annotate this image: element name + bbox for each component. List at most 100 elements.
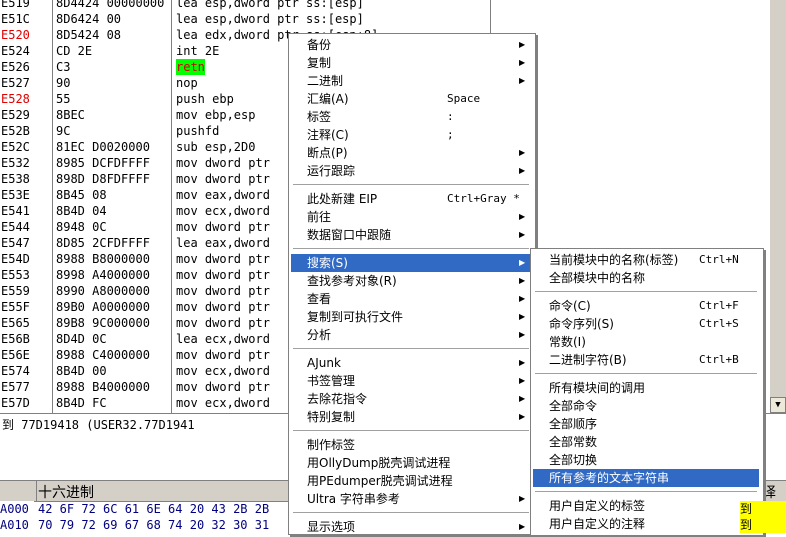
context-menu-item[interactable]: 注释(C); (291, 126, 531, 144)
dump-hex-header[interactable]: 十六进制 (38, 482, 94, 502)
disasm-instruction: mov ecx,dword (176, 396, 270, 410)
submenu-arrow-icon: ▶ (519, 212, 526, 221)
context-menu-item[interactable]: 标签: (291, 108, 531, 126)
menu-item-label: 用PEdumper脱壳调试进程 (307, 474, 453, 488)
submenu-arrow-icon: ▶ (519, 58, 526, 67)
disasm-address: E53E (1, 188, 30, 202)
context-menu-item[interactable]: 用OllyDump脱壳调试进程 (291, 454, 531, 472)
disasm-hex: 8D5424 08 (56, 28, 122, 42)
context-menu-item[interactable]: 此处新建 EIP Ctrl+Gray * (291, 190, 531, 208)
context-menu-item[interactable]: 用PEdumper脱壳调试进程 (291, 472, 531, 490)
column-divider (52, 0, 53, 413)
disasm-instruction: lea esp,dword ptr ss:[esp] (176, 12, 364, 26)
submenu-arrow-icon: ▶ (519, 230, 526, 239)
disasm-address: E532 (1, 156, 30, 170)
menu-item-label: 去除花指令 (307, 392, 368, 406)
disasm-instruction: retn (176, 59, 205, 75)
submenu-item[interactable]: 所有模块间的调用 (533, 379, 759, 397)
submenu-arrow-icon: ▶ (519, 258, 526, 267)
menu-separator (293, 184, 529, 185)
context-menu: 备份 ▶ 复制 ▶ 二进制 ▶ 汇编(A) Space 标签: 注释(C); 断点(P) ▶ 运行跟踪 ▶… (288, 33, 536, 535)
disasm-row[interactable]: E51C 8D6424 00 lea esp,dword ptr ss:[esp] (0, 11, 490, 27)
dump-row[interactable]: A000 42 6F 72 6C 61 6E 64 20 43 2B 2B 到 (0, 501, 786, 517)
menu-item-label: 运行跟踪 (307, 164, 356, 178)
disasm-instruction: mov dword ptr (176, 348, 270, 362)
disasm-address: E577 (1, 380, 30, 394)
context-menu-item[interactable]: 复制到可执行文件 ▶ (291, 308, 531, 326)
disasm-hex: 8D4424 00000000 (56, 0, 165, 10)
submenu-item[interactable]: 当前模块中的名称(标签) Ctrl+N (533, 251, 759, 269)
menu-item-label: 备份 (307, 38, 332, 52)
menu-separator (535, 291, 757, 292)
context-menu-item[interactable]: 断点(P) ▶ (291, 144, 531, 162)
submenu-arrow-icon: ▶ (519, 394, 526, 403)
submenu-arrow-icon: ▶ (519, 294, 526, 303)
submenu-item[interactable]: 常数(I) (533, 333, 759, 351)
submenu-item[interactable]: 二进制字符(B) Ctrl+B (533, 351, 759, 369)
menu-separator (293, 348, 529, 349)
disasm-instruction: mov dword ptr (176, 156, 270, 170)
menu-item-label: 所有参考的文本字符串 (549, 471, 670, 485)
dump-right-header[interactable]: 译 (762, 482, 776, 502)
disasm-hex: 898D D8FDFFFF (56, 172, 150, 186)
context-menu-item[interactable]: 备份 ▶ (291, 36, 531, 54)
menu-item-label: 全部切换 (549, 453, 598, 467)
submenu-item[interactable]: 全部命令 (533, 397, 759, 415)
disasm-hex: C3 (56, 60, 71, 74)
disasm-hex: 90 (56, 76, 71, 90)
disasm-instruction: mov ecx,dword (176, 204, 270, 218)
submenu-item[interactable]: 全部切换 (533, 451, 759, 469)
submenu-arrow-icon: ▶ (519, 166, 526, 175)
context-menu-item[interactable]: 搜索(S) ▶ (291, 254, 531, 272)
menu-item-label: 搜索(S) (307, 256, 348, 270)
disasm-hex: 8990 A8000000 (56, 284, 150, 298)
context-menu-item[interactable]: 去除花指令 ▶ (291, 390, 531, 408)
disasm-instruction: lea esp,dword ptr ss:[esp] (176, 0, 364, 10)
context-menu-item[interactable]: 制作标签 (291, 436, 531, 454)
submenu-item[interactable]: 命令(C) Ctrl+F (533, 297, 759, 315)
context-menu-item[interactable]: 分析 ▶ (291, 326, 531, 344)
disasm-address: E559 (1, 284, 30, 298)
column-divider (171, 0, 172, 413)
context-menu-item[interactable]: 复制 ▶ (291, 54, 531, 72)
menu-item-label: 制作标签 (307, 438, 356, 452)
submenu-item[interactable]: 所有参考的文本字符串 (533, 469, 759, 487)
menu-item-label: 数据窗口中跟随 (307, 228, 392, 242)
menu-item-label: 查找参考对象(R) (307, 274, 397, 288)
submenu-item[interactable]: 全部常数 (533, 433, 759, 451)
context-menu-item[interactable]: 数据窗口中跟随 ▶ (291, 226, 531, 244)
context-menu-item[interactable]: AJunk ▶ (291, 354, 531, 372)
context-menu-item[interactable]: 书签管理 ▶ (291, 372, 531, 390)
menu-item-label: 用OllyDump脱壳调试进程 (307, 456, 451, 470)
submenu-item[interactable]: 全部模块中的名称 (533, 269, 759, 287)
vertical-scrollbar[interactable] (770, 0, 786, 413)
context-menu-item[interactable]: 特别复制 ▶ (291, 408, 531, 426)
disasm-instruction: mov dword ptr (176, 300, 270, 314)
menu-item-shortcut: Ctrl+S (699, 317, 739, 330)
context-menu-item[interactable]: 查找参考对象(R) ▶ (291, 272, 531, 290)
disasm-address: E538 (1, 172, 30, 186)
menu-item-label: 命令(C) (549, 299, 591, 313)
disasm-instruction: mov ecx,dword (176, 364, 270, 378)
submenu-item[interactable]: 全部顺序 (533, 415, 759, 433)
context-menu-item[interactable]: 汇编(A) Space (291, 90, 531, 108)
menu-item-label: 前往 (307, 210, 332, 224)
disasm-instruction: sub esp,2D0 (176, 140, 256, 154)
disasm-row[interactable]: E519 8D4424 00000000 lea esp,dword ptr ss:… (0, 0, 490, 11)
submenu-item[interactable]: 命令序列(S) Ctrl+S (533, 315, 759, 333)
submenu-arrow-icon: ▶ (519, 358, 526, 367)
context-menu-item[interactable]: 二进制 ▶ (291, 72, 531, 90)
context-menu-item[interactable]: 运行跟踪 ▶ (291, 162, 531, 180)
menu-item-label: 二进制字符(B) (549, 353, 627, 367)
context-menu-item[interactable]: 查看 ▶ (291, 290, 531, 308)
menu-item-label: 复制 (307, 56, 332, 70)
disasm-address: E529 (1, 108, 30, 122)
dump-row[interactable]: A010 70 79 72 69 67 68 74 20 32 30 31 到 (0, 517, 786, 533)
context-menu-item[interactable]: 前往 ▶ (291, 208, 531, 226)
dump-text: 到 (740, 517, 786, 533)
dump-address-header[interactable] (0, 481, 37, 501)
menu-item-label: 所有模块间的调用 (549, 381, 646, 395)
scroll-down-arrow-icon[interactable]: ▼ (770, 397, 786, 413)
disasm-hex: 8988 B8000000 (56, 252, 150, 266)
menu-item-label: 命令序列(S) (549, 317, 614, 331)
